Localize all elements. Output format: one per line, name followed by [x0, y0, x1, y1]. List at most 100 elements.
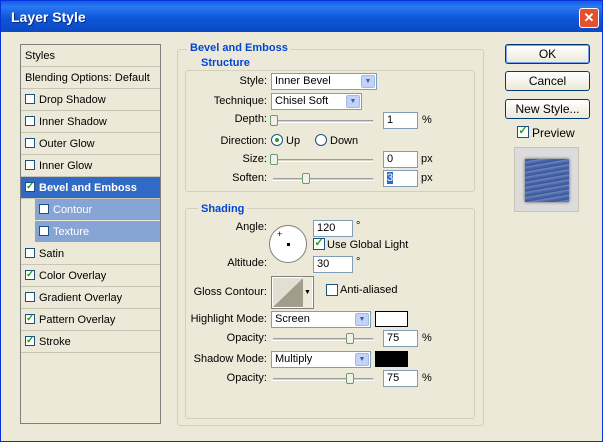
chevron-down-icon: ▼ — [355, 353, 369, 366]
style-item-label: Contour — [53, 204, 93, 216]
soften-label: Soften: — [232, 172, 267, 184]
highlight-color-swatch[interactable] — [375, 311, 408, 327]
new-style-button[interactable]: New Style... — [505, 99, 590, 119]
style-item-pattern-overlay[interactable]: ✓ Pattern Overlay — [21, 309, 160, 331]
style-item-checkbox[interactable] — [25, 248, 35, 259]
bevel-emboss-title: Bevel and Emboss — [187, 42, 291, 54]
preview-swatch-image — [525, 159, 569, 202]
style-item-texture[interactable]: Texture — [35, 221, 160, 243]
style-item-label: Inner Glow — [39, 160, 93, 172]
gloss-contour-picker[interactable]: ▼ — [271, 276, 314, 309]
highlight-opacity-thumb[interactable] — [346, 333, 354, 344]
shadow-mode-value: Multiply — [275, 353, 313, 365]
style-item-checkbox[interactable]: ✓ — [25, 314, 35, 325]
soften-slider-thumb[interactable] — [302, 173, 310, 184]
style-item-label: Inner Shadow — [39, 116, 107, 128]
size-slider-track[interactable] — [273, 159, 373, 162]
style-item-inner-shadow[interactable]: Inner Shadow — [21, 111, 160, 133]
depth-slider-track[interactable] — [273, 120, 373, 123]
shadow-mode-label: Shadow Mode: — [193, 353, 267, 365]
style-item-checkbox[interactable]: ✓ — [25, 270, 35, 281]
dial-handle-icon: + — [277, 229, 283, 239]
style-item-checkbox[interactable]: ✓ — [25, 336, 35, 347]
style-label: Style: — [239, 75, 267, 87]
style-item-checkbox[interactable] — [25, 292, 35, 303]
altitude-unit: ° — [356, 256, 361, 268]
depth-input[interactable]: 1 — [383, 112, 418, 129]
anti-aliased-label[interactable]: Anti-aliased — [340, 284, 397, 296]
style-item-label: Outer Glow — [39, 138, 95, 150]
shadow-opacity-input[interactable]: 75 — [383, 370, 418, 387]
style-item-checkbox[interactable]: ✓ — [25, 182, 35, 193]
style-item-label: Color Overlay — [39, 270, 107, 282]
direction-label: Direction: — [220, 135, 267, 147]
soften-slider-track[interactable] — [273, 178, 373, 181]
highlight-mode-label: Highlight Mode: — [190, 313, 267, 325]
style-item-label: Texture — [53, 226, 90, 238]
angle-dial[interactable]: + — [269, 225, 307, 263]
size-unit: px — [421, 153, 433, 165]
style-item-blending-options-default[interactable]: Blending Options: Default — [21, 67, 160, 89]
soften-input[interactable]: 3 — [383, 170, 418, 187]
style-item-label: Drop Shadow — [39, 94, 106, 106]
style-item-gradient-overlay[interactable]: Gradient Overlay — [21, 287, 160, 309]
close-icon[interactable]: ✕ — [579, 8, 599, 28]
style-item-checkbox[interactable] — [25, 94, 35, 105]
cancel-button[interactable]: Cancel — [505, 71, 590, 91]
direction-up-radio[interactable] — [271, 134, 283, 146]
style-item-inner-glow[interactable]: Inner Glow — [21, 155, 160, 177]
style-item-contour[interactable]: Contour — [35, 199, 160, 221]
style-item-label: Blending Options: Default — [25, 72, 150, 84]
shadow-opacity-track[interactable] — [273, 378, 373, 381]
angle-input[interactable]: 120 — [313, 220, 353, 237]
preview-label[interactable]: Preview — [532, 126, 575, 140]
style-item-checkbox[interactable] — [39, 204, 49, 215]
direction-up-label[interactable]: Up — [286, 135, 300, 147]
highlight-mode-select[interactable]: Screen ▼ — [271, 311, 371, 328]
style-item-bevel-and-emboss[interactable]: ✓ Bevel and Emboss — [21, 177, 160, 199]
shadow-mode-select[interactable]: Multiply ▼ — [271, 351, 371, 368]
preview-checkbox[interactable]: ✓ — [517, 126, 529, 138]
direction-down-label[interactable]: Down — [330, 135, 358, 147]
title-bar[interactable]: Layer Style ✕ — [1, 1, 602, 32]
dialog-body: Styles Blending Options: Default Drop Sha… — [4, 32, 599, 440]
highlight-mode-value: Screen — [275, 313, 310, 325]
style-item-label: Pattern Overlay — [39, 314, 116, 326]
style-item-outer-glow[interactable]: Outer Glow — [21, 133, 160, 155]
window-title: Layer Style — [11, 9, 86, 25]
size-input[interactable]: 0 — [383, 151, 418, 168]
chevron-down-icon: ▼ — [361, 75, 375, 88]
style-item-checkbox[interactable] — [39, 226, 49, 237]
style-item-checkbox[interactable] — [25, 138, 35, 149]
direction-down-radio[interactable] — [315, 134, 327, 146]
global-light-label[interactable]: Use Global Light — [327, 239, 408, 251]
global-light-checkbox[interactable]: ✓ — [313, 238, 325, 250]
style-item-label: Gradient Overlay — [39, 292, 123, 304]
altitude-input[interactable]: 30 — [313, 256, 353, 273]
anti-aliased-checkbox[interactable] — [326, 284, 338, 296]
style-select[interactable]: Inner Bevel ▼ — [271, 73, 377, 90]
style-item-drop-shadow[interactable]: Drop Shadow — [21, 89, 160, 111]
style-value: Inner Bevel — [275, 75, 331, 87]
style-item-label: Satin — [39, 248, 65, 260]
angle-label: Angle: — [235, 221, 267, 233]
technique-label: Technique: — [213, 95, 267, 107]
size-slider-thumb[interactable] — [270, 154, 278, 165]
style-item-checkbox[interactable] — [25, 160, 35, 171]
style-item-color-overlay[interactable]: ✓ Color Overlay — [21, 265, 160, 287]
soften-unit: px — [421, 172, 433, 184]
shadow-opacity-thumb[interactable] — [346, 373, 354, 384]
layer-style-dialog: Layer Style ✕ Styles Blending Options: D… — [0, 0, 603, 442]
ok-button[interactable]: OK — [505, 44, 590, 64]
highlight-opacity-unit: % — [422, 332, 432, 344]
technique-select[interactable]: Chisel Soft ▼ — [271, 93, 362, 110]
style-item-satin[interactable]: Satin — [21, 243, 160, 265]
style-item-stroke[interactable]: ✓ Stroke — [21, 331, 160, 353]
highlight-opacity-track[interactable] — [273, 338, 373, 341]
depth-slider-thumb[interactable] — [270, 115, 278, 126]
shadow-color-swatch[interactable] — [375, 351, 408, 367]
style-item-checkbox[interactable] — [25, 116, 35, 127]
styles-header[interactable]: Styles — [21, 45, 160, 67]
highlight-opacity-label: Opacity: — [226, 332, 267, 344]
highlight-opacity-input[interactable]: 75 — [383, 330, 418, 347]
